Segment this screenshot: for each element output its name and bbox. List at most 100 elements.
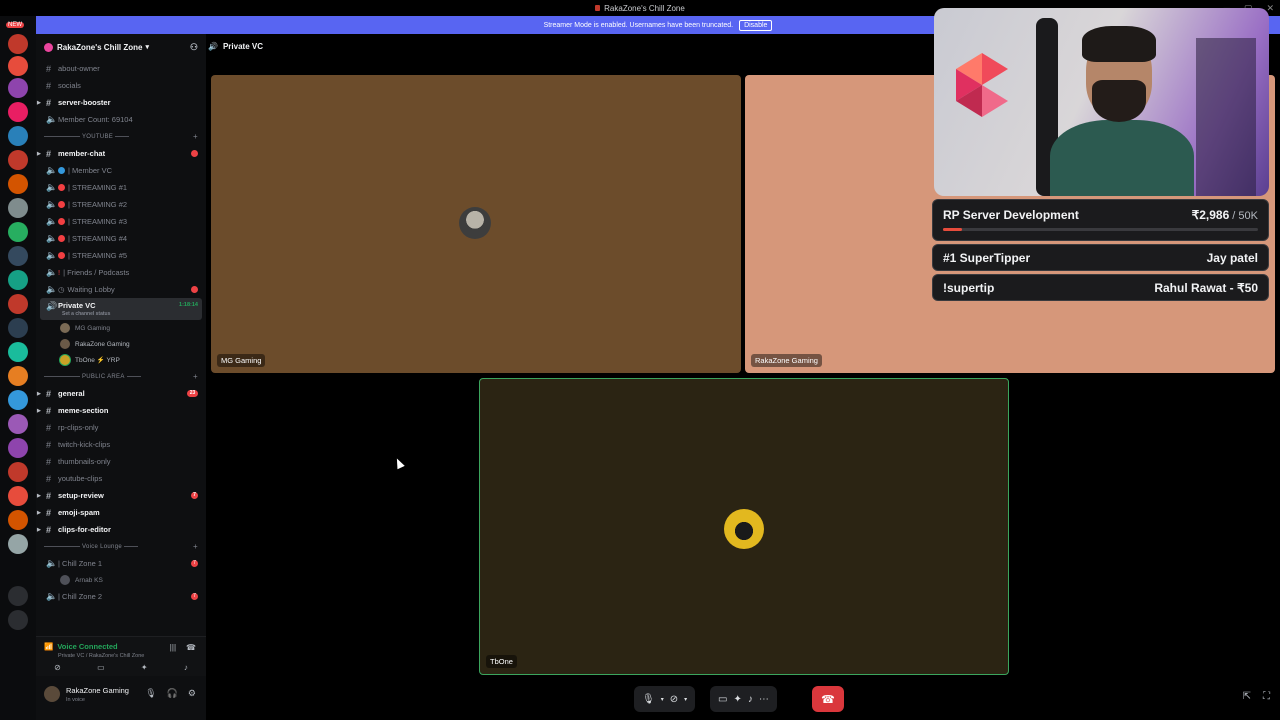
voice-member-raka[interactable]: RakaZone Gaming (36, 336, 206, 352)
unread-badge: 7 (191, 593, 198, 600)
channel-chill-zone-1[interactable]: 🔈 | Chill Zone 1 7 (36, 555, 206, 572)
server-icon[interactable] (8, 150, 28, 170)
voice-status-subtitle[interactable]: Private VC / RakaZone's Chill Zone (58, 653, 144, 659)
hash-icon: # (46, 439, 52, 450)
disconnect-button[interactable]: ☎ (812, 686, 844, 712)
channel-about-owner[interactable]: # about-owner (36, 60, 206, 77)
server-icon[interactable] (8, 222, 28, 242)
unread-arrow-icon: ▶ (37, 150, 41, 157)
add-channel-icon[interactable]: + (193, 372, 198, 381)
activities-icon[interactable]: ✦ (733, 694, 741, 705)
new-badge: NEW (6, 22, 24, 28)
channel-label: | Friends / Podcasts (63, 268, 130, 277)
disable-streamer-mode-button[interactable]: Disable (739, 19, 773, 31)
server-icon[interactable] (8, 246, 28, 266)
channel-server-booster[interactable]: ▶ # server-booster (36, 94, 206, 111)
channel-setup-review[interactable]: ▶ # setup-review 7 (36, 487, 206, 504)
more-icon[interactable]: ⋯ (759, 694, 769, 705)
channel-status[interactable]: Set a channel status (62, 311, 110, 317)
channel-friends-podcasts[interactable]: 🔈! | Friends / Podcasts (36, 264, 206, 281)
channel-youtube-clips[interactable]: # youtube-clips (36, 470, 206, 487)
speaker-icon: 🔈 (46, 199, 58, 209)
popout-icon[interactable]: ⇱ (1243, 691, 1251, 702)
server-icon[interactable] (8, 102, 28, 122)
channel-label: | STREAMING #4 (68, 234, 128, 243)
server-icon[interactable] (8, 390, 28, 410)
noise-suppression-icon[interactable]: ||| (170, 643, 176, 652)
soundboard-icon[interactable]: ♪ (184, 663, 188, 672)
server-icon[interactable] (8, 486, 28, 506)
channel-streaming-1[interactable]: 🔈 | STREAMING #1 (36, 179, 206, 196)
channel-socials[interactable]: # socials (36, 77, 206, 94)
category-voice-lounge[interactable]: Voice Lounge + (36, 538, 206, 555)
category-youtube[interactable]: YOUTUBE + (36, 128, 206, 145)
server-icon[interactable] (8, 510, 28, 530)
soundboard-icon[interactable]: ♪ (748, 694, 753, 705)
channel-streaming-3[interactable]: 🔈 | STREAMING #3 (36, 213, 206, 230)
channel-member-count[interactable]: 🔈 Member Count: 69104 (36, 111, 206, 128)
voice-member-mg[interactable]: MG Gaming (36, 320, 206, 336)
chevron-down-icon[interactable]: ▾ (661, 696, 664, 703)
signal-icon: 📶 (44, 642, 54, 651)
server-icon[interactable] (8, 342, 28, 362)
screen-share-icon[interactable]: ▭ (718, 694, 727, 705)
view-controls: ⇱ ⛶ (1243, 691, 1270, 702)
channel-streaming-4[interactable]: 🔈 | STREAMING #4 (36, 230, 206, 247)
guild-header[interactable]: RakaZone's Chill Zone ▾ ⚇ (36, 34, 206, 60)
server-icon[interactable] (8, 462, 28, 482)
add-channel-icon[interactable]: + (193, 542, 198, 551)
channel-label: about-owner (58, 64, 100, 73)
add-server-icon[interactable] (8, 586, 28, 606)
voice-member-arnab[interactable]: Arnab KS (36, 572, 206, 588)
channel-general[interactable]: ▶ # general 23 (36, 385, 206, 402)
server-icon[interactable] (8, 56, 28, 76)
channel-member-vc[interactable]: 🔈 | Member VC (36, 162, 206, 179)
add-member-icon[interactable]: ⚇ (190, 42, 198, 53)
channel-meme-section[interactable]: ▶ # meme-section (36, 402, 206, 419)
channel-rp-clips-only[interactable]: # rp-clips-only (36, 419, 206, 436)
channel-streaming-2[interactable]: 🔈 | STREAMING #2 (36, 196, 206, 213)
goal-progress-fill (943, 228, 962, 231)
camera-off-icon[interactable]: ⊘ (54, 663, 61, 672)
hash-icon: # (46, 63, 52, 74)
speaker-icon: 🔈 (46, 591, 58, 601)
channel-streaming-5[interactable]: 🔈 | STREAMING #5 (36, 247, 206, 264)
server-icon[interactable] (8, 174, 28, 194)
channel-member-chat[interactable]: ▶ # member-chat (36, 145, 206, 162)
server-icon[interactable] (8, 438, 28, 458)
server-icon[interactable] (8, 270, 28, 290)
server-icon[interactable] (8, 78, 28, 98)
participant-tile-mg[interactable]: MG Gaming (211, 75, 741, 373)
channel-waiting-lobby[interactable]: 🔈 ◷ Waiting Lobby (36, 281, 206, 298)
voice-connected[interactable]: 📶 Voice Connected (44, 642, 118, 651)
voice-member-tbone[interactable]: TbOne ⚡ YRP (36, 352, 206, 368)
participant-tile-tbone[interactable]: TbOne (479, 378, 1009, 675)
channel-private-vc[interactable]: 🔊 Private VC Set a channel status 1:18:1… (40, 298, 202, 320)
channel-chill-zone-2[interactable]: 🔈 | Chill Zone 2 7 (36, 588, 206, 605)
server-icon[interactable] (8, 366, 28, 386)
fullscreen-icon[interactable]: ⛶ (1263, 691, 1270, 702)
channel-thumbnails-only[interactable]: # thumbnails-only (36, 453, 206, 470)
server-icon[interactable] (8, 34, 28, 54)
disconnect-icon[interactable]: ☎ (186, 643, 196, 652)
server-icon[interactable] (8, 534, 28, 554)
add-channel-icon[interactable]: + (193, 132, 198, 141)
activities-icon[interactable]: ✦ (141, 663, 148, 672)
channel-sidebar: RakaZone's Chill Zone ▾ ⚇ # about-owner #… (36, 34, 206, 720)
channel-twitch-kick-clips[interactable]: # twitch-kick-clips (36, 436, 206, 453)
server-icon[interactable] (8, 294, 28, 314)
discover-icon[interactable] (8, 610, 28, 630)
server-icon[interactable] (8, 126, 28, 146)
server-icon[interactable] (8, 318, 28, 338)
server-icon[interactable] (8, 198, 28, 218)
microphone-icon[interactable]: 🎙 (642, 694, 655, 705)
server-icon[interactable] (8, 414, 28, 434)
channel-emoji-spam[interactable]: ▶ # emoji-spam (36, 504, 206, 521)
channel-clips-for-editor[interactable]: ▶ # clips-for-editor (36, 521, 206, 538)
screen-share-icon[interactable]: ▭ (97, 663, 105, 672)
camera-off-icon[interactable]: ⊘ (670, 694, 678, 705)
chevron-down-icon[interactable]: ▾ (684, 696, 687, 703)
category-public-area[interactable]: PUBLIC AREA + (36, 368, 206, 385)
member-name: MG Gaming (75, 324, 111, 332)
speaker-icon: 🔈 (46, 558, 58, 568)
